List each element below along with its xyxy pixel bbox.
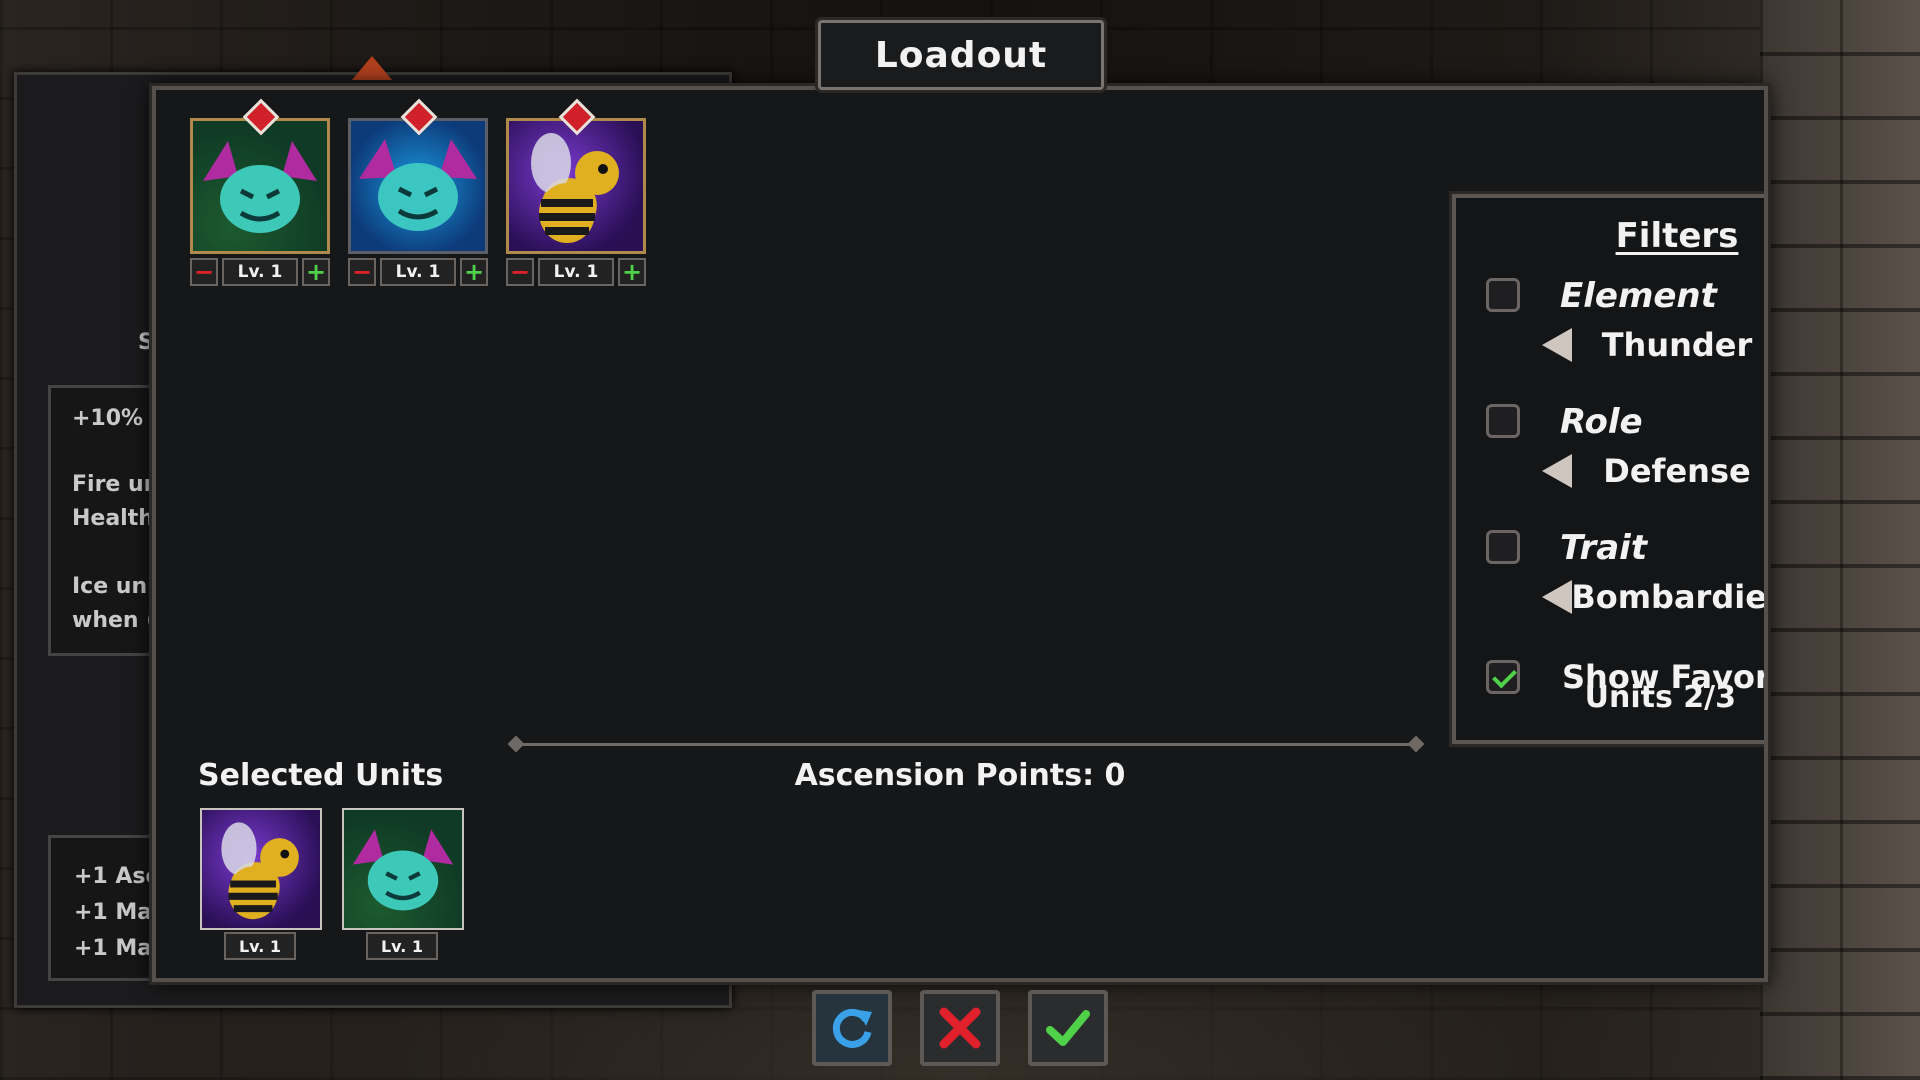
bee-creature-icon[interactable]	[506, 118, 646, 254]
level-up-button[interactable]: +	[302, 258, 330, 286]
background-text: +10% I	[72, 406, 159, 431]
checkmark-icon	[1046, 1010, 1090, 1046]
unit-level: Lv. 1	[380, 258, 456, 286]
role-filter-checkbox[interactable]	[1486, 404, 1520, 438]
filters-title: Filters	[1615, 216, 1739, 256]
window-title: Loadout	[874, 34, 1048, 76]
unit-level: Lv. 1	[222, 258, 298, 286]
section-divider	[516, 743, 1416, 746]
background-text: +1 Ma	[74, 936, 153, 961]
trait-filter-value: Bombardier	[1571, 578, 1768, 616]
refresh-icon	[832, 1008, 872, 1048]
background-text: Health	[72, 506, 154, 531]
trait-filter-label: Trait	[1560, 528, 1648, 568]
purple-winged-bat-icon[interactable]	[348, 118, 488, 254]
element-filter-checkbox[interactable]	[1486, 278, 1520, 312]
background-text: +1 Ma	[74, 900, 153, 925]
close-icon	[939, 1007, 981, 1049]
cancel-button[interactable]	[920, 990, 1000, 1066]
purple-winged-bat-icon[interactable]	[190, 118, 330, 254]
level-down-button[interactable]: −	[190, 258, 218, 286]
trait-filter-checkbox[interactable]	[1486, 530, 1520, 564]
confirm-button[interactable]	[1028, 990, 1108, 1066]
selected-unit-level: Lv. 1	[224, 932, 296, 960]
level-up-button[interactable]: +	[618, 258, 646, 286]
loadout-panel: − Lv. 1 + − Lv. 1 + − Lv. 1 + Filters El…	[152, 86, 1768, 982]
selected-units-title: Selected Units	[198, 758, 444, 793]
stone-wall	[1760, 0, 1920, 1080]
level-up-button[interactable]: +	[460, 258, 488, 286]
background-text: +1 Asc	[74, 864, 159, 889]
filters-panel: Filters Element Thunder Role Defense Tra…	[1452, 194, 1768, 744]
selected-unit-level: Lv. 1	[366, 932, 438, 960]
units-count: Units 2/3	[1584, 680, 1736, 715]
bee-creature-icon[interactable]	[200, 808, 322, 930]
background-text: Fire ur	[72, 472, 155, 497]
loadout-title-plate: Loadout	[818, 20, 1104, 90]
reset-button[interactable]	[812, 990, 892, 1066]
unit-level: Lv. 1	[538, 258, 614, 286]
background-text: when (	[72, 608, 157, 633]
element-filter-value: Thunder	[1601, 326, 1753, 364]
level-down-button[interactable]: −	[348, 258, 376, 286]
show-favorites-checkbox[interactable]	[1486, 660, 1520, 694]
background-text: Ice uni	[72, 574, 155, 599]
background-panel-marker	[352, 56, 392, 80]
role-filter-label: Role	[1560, 402, 1643, 442]
role-filter-value: Defense	[1603, 452, 1751, 490]
element-filter-label: Element	[1560, 276, 1717, 316]
purple-winged-bat-icon[interactable]	[342, 808, 464, 930]
level-down-button[interactable]: −	[506, 258, 534, 286]
